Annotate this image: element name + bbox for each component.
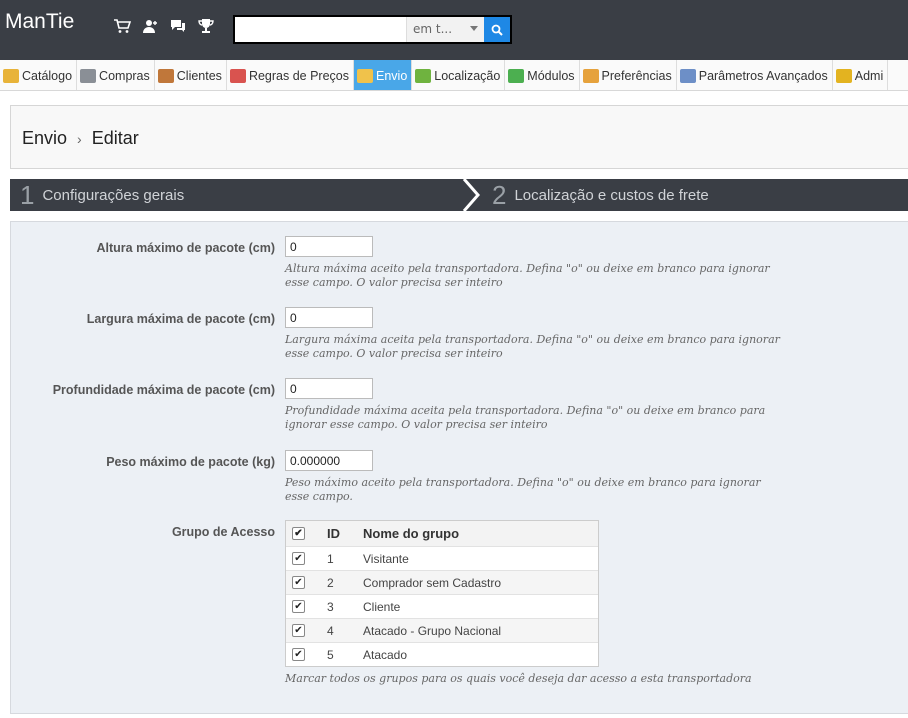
top-header: ManTie em t... [0, 0, 908, 60]
puzzle-icon [508, 68, 525, 83]
table-row: ✔ 3 Cliente [286, 594, 598, 618]
search-button[interactable] [484, 17, 510, 42]
trophy-icon[interactable] [196, 18, 216, 36]
chevron-down-icon [470, 26, 478, 31]
weight-label: Peso máximo de pacote (kg) [106, 455, 275, 469]
depth-input[interactable] [285, 378, 373, 399]
nav-item-label: Envio [376, 68, 408, 83]
height-input[interactable] [285, 236, 373, 257]
group-checkbox[interactable]: ✔ [292, 576, 305, 589]
nav-item-4[interactable]: Envio [354, 60, 413, 90]
nav-item-3[interactable]: Regras de Preços [227, 60, 354, 90]
group-id: 1 [327, 551, 334, 566]
breadcrumb-parent[interactable]: Envio [22, 128, 67, 149]
nav-item-1[interactable]: Compras [77, 60, 155, 90]
groups-label: Grupo de Acesso [171, 525, 275, 539]
nav-item-label: Regras de Preços [248, 68, 349, 83]
shipping-form: Altura máximo de pacote (cm) Altura máxi… [10, 221, 908, 714]
groups-hint: Marcar todos os grupos para os quais voc… [285, 672, 752, 685]
nav-item-label: Módulos [527, 68, 575, 83]
nav-item-label: Localização [434, 68, 501, 83]
nav-item-label: Clientes [176, 68, 222, 83]
group-checkbox[interactable]: ✔ [292, 648, 305, 661]
weight-input[interactable] [285, 450, 373, 471]
cart-icon[interactable] [112, 18, 132, 36]
group-name: Visitante [363, 551, 409, 566]
width-input[interactable] [285, 307, 373, 328]
user-icon [157, 68, 174, 83]
step-label: Configurações gerais [42, 186, 185, 204]
step-2[interactable]: 2 Localização e custos de frete [492, 179, 709, 211]
globe-icon [415, 68, 432, 83]
height-hint: Altura máxima aceito pela transportadora… [285, 262, 770, 289]
group-name: Atacado - Grupo Nacional [363, 623, 502, 638]
nav-item-label: Catálogo [22, 68, 73, 83]
nav-item-9[interactable]: Admi [833, 60, 889, 90]
key-icon [835, 68, 852, 83]
search-box: em t... [233, 15, 512, 44]
width-hint: Largura máxima aceita pela transportador… [285, 333, 780, 360]
height-label: Altura máximo de pacote (cm) [96, 241, 275, 255]
group-id: 4 [327, 623, 334, 638]
group-id: 5 [327, 647, 334, 662]
col-id: ID [327, 526, 340, 541]
group-checkbox[interactable]: ✔ [292, 552, 305, 565]
nav-item-label: Parâmetros Avançados [698, 68, 828, 83]
step-1[interactable]: 1 Configurações gerais [20, 179, 184, 211]
folder-icon [3, 68, 19, 83]
table-row: ✔ 5 Atacado [286, 642, 598, 666]
width-label: Largura máxima de pacote (cm) [86, 312, 275, 326]
group-id: 3 [327, 599, 334, 614]
wizard-steps: 1 Configurações gerais 2 Localização e c… [10, 179, 908, 211]
table-row: ✔ 4 Atacado - Grupo Nacional [286, 618, 598, 642]
step-label: Localização e custos de frete [514, 186, 709, 204]
price-rules-icon [229, 68, 246, 83]
messages-icon[interactable] [168, 18, 188, 36]
group-name: Comprador sem Cadastro [363, 575, 502, 590]
depth-label: Profundidade máxima de pacote (cm) [52, 383, 275, 397]
group-id: 2 [327, 575, 334, 590]
page-header: Envio › Editar [10, 105, 908, 169]
step-number: 1 [20, 179, 35, 210]
wrench-icon [679, 68, 696, 83]
table-row: ✔ 1 Visitante [286, 546, 598, 570]
nav-item-6[interactable]: Módulos [505, 60, 580, 90]
search-scope-label: em t... [413, 22, 453, 36]
search-input[interactable] [235, 17, 405, 42]
weight-hint: Peso máximo aceito pela transportadora. … [285, 476, 761, 503]
nav-item-label: Admi [854, 68, 884, 83]
col-name: Nome do grupo [363, 526, 460, 541]
truck-icon [357, 68, 373, 83]
group-checkbox[interactable]: ✔ [292, 600, 305, 613]
main-nav: Catálogo Compras Clientes Regras de Preços E… [0, 60, 908, 91]
nav-item-0[interactable]: Catálogo [0, 60, 78, 90]
breadcrumb-separator-icon: › [77, 130, 82, 147]
new-customer-icon[interactable] [140, 18, 160, 36]
nav-item-label: Preferências [601, 68, 672, 83]
nav-item-2[interactable]: Clientes [155, 60, 227, 90]
step-divider-icon [462, 179, 480, 211]
preferences-icon [582, 68, 599, 83]
nav-item-label: Compras [99, 68, 150, 83]
nav-item-5[interactable]: Localização [412, 60, 506, 90]
search-icon [491, 24, 503, 36]
cart-icon [80, 68, 97, 83]
group-name: Atacado [363, 647, 408, 662]
breadcrumb: Envio › Editar [22, 128, 139, 149]
group-name: Cliente [363, 599, 401, 614]
select-all-checkbox[interactable]: ✔ [292, 527, 305, 540]
group-checkbox[interactable]: ✔ [292, 624, 305, 637]
step-number: 2 [492, 179, 507, 210]
quick-icons [112, 18, 216, 36]
groups-table-header: ✔ ID Nome do grupo [286, 521, 598, 546]
table-row: ✔ 2 Comprador sem Cadastro [286, 570, 598, 594]
nav-item-8[interactable]: Parâmetros Avançados [677, 60, 833, 90]
breadcrumb-current: Editar [91, 128, 139, 148]
nav-item-7[interactable]: Preferências [580, 60, 677, 90]
groups-table: ✔ ID Nome do grupo ✔ 1 Visitante ✔ 2 Comprado… [285, 520, 599, 667]
app-logo[interactable]: ManTie [5, 10, 74, 34]
search-scope-select[interactable]: em t... [406, 17, 484, 42]
depth-hint: Profundidade máxima aceita pela transpor… [285, 404, 766, 431]
